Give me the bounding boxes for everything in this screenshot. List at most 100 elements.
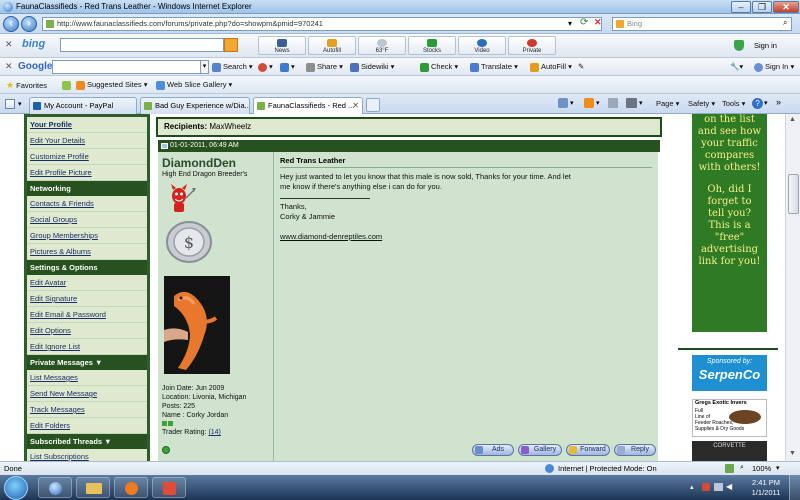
page-menu[interactable]: Page ▾: [656, 99, 679, 108]
zoom-level[interactable]: 100%: [752, 464, 771, 473]
sponsor-banner[interactable]: Sponsored by: SerpenCo: [692, 355, 767, 391]
more-icon[interactable]: »: [776, 97, 781, 107]
feeds-dropdown-icon[interactable]: ▾: [596, 99, 600, 107]
close-toolbar-icon[interactable]: ✕: [5, 39, 13, 50]
check-button[interactable]: Check ▾: [420, 62, 458, 72]
nav-link-list-subscriptions[interactable]: List Subscriptions: [27, 449, 147, 461]
trader-rating-link[interactable]: (14): [208, 429, 220, 436]
tab-faunaclassifieds[interactable]: FaunaClassifieds - Red ... ✕: [253, 97, 363, 114]
tray-flag-icon[interactable]: [702, 483, 710, 491]
google-signin-link[interactable]: Sign In ▾: [754, 62, 794, 72]
back-button[interactable]: ‹: [3, 16, 19, 32]
autofill-google-button[interactable]: AutoFill ▾: [530, 62, 572, 72]
scrollbar-thumb[interactable]: [788, 174, 799, 214]
print-icon[interactable]: [626, 98, 637, 108]
nav-section-private-messages[interactable]: Private Messages ▼: [27, 355, 147, 370]
tab-list-arrow-icon[interactable]: ▾: [18, 100, 22, 108]
nav-link-edit-signature[interactable]: Edit Signature: [27, 291, 147, 307]
security-zone[interactable]: Internet | Protected Mode: On: [558, 464, 657, 473]
nav-link-group-memberships[interactable]: Group Memberships: [27, 228, 147, 244]
autofill-button[interactable]: Autofill: [308, 36, 356, 55]
nav-link-list-messages[interactable]: List Messages: [27, 370, 147, 386]
forward-button[interactable]: ›: [21, 16, 37, 32]
help-dropdown-icon[interactable]: ▾: [764, 99, 768, 107]
sidewiki-button[interactable]: Sidewiki ▾: [350, 62, 394, 72]
share-button[interactable]: Share ▾: [306, 62, 343, 72]
video-button[interactable]: Video: [458, 36, 506, 55]
weather-button[interactable]: 63°F: [358, 36, 406, 55]
nav-link-customize-profile[interactable]: Customize Profile: [27, 149, 147, 165]
start-button[interactable]: [4, 476, 28, 500]
nav-link-social-groups[interactable]: Social Groups: [27, 212, 147, 228]
google-search-button[interactable]: Search ▾: [212, 62, 253, 72]
nav-link-edit-options[interactable]: Edit Options: [27, 323, 147, 339]
bing-search-button[interactable]: [224, 38, 238, 52]
nav-link-edit-email-password[interactable]: Edit Email & Password: [27, 307, 147, 323]
taskbar-explorer[interactable]: [76, 477, 110, 498]
help-icon[interactable]: ?: [752, 98, 763, 109]
nav-link-contacts-friends[interactable]: Contacts & Friends: [27, 196, 147, 212]
nav-link-edit-your-details[interactable]: Edit Your Details: [27, 133, 147, 149]
suggested-sites-link[interactable]: Suggested Sites ▾: [76, 80, 147, 90]
tray-expand-icon[interactable]: ▴: [690, 483, 694, 491]
search-box[interactable]: Bing: [612, 17, 792, 31]
nav-link-track-messages[interactable]: Track Messages: [27, 402, 147, 418]
volume-icon[interactable]: ◀: [726, 482, 732, 491]
corvette-banner[interactable]: CORVETTE: [692, 441, 767, 461]
feeds-icon[interactable]: [584, 98, 594, 108]
maximize-button[interactable]: ❐: [752, 1, 772, 13]
stop-icon[interactable]: ✕: [594, 17, 602, 28]
zoom-dropdown-icon[interactable]: ▾: [776, 464, 780, 472]
taskbar-media-player[interactable]: [114, 477, 148, 498]
tools-menu[interactable]: Tools ▾: [722, 99, 745, 108]
taskbar-app[interactable]: [152, 477, 186, 498]
google-tool-2[interactable]: ▾: [280, 62, 295, 72]
minimize-button[interactable]: –: [731, 1, 751, 13]
vertical-scrollbar[interactable]: ▲ ▼: [785, 114, 800, 461]
close-button[interactable]: ✕: [773, 1, 799, 13]
scroll-down-icon[interactable]: ▼: [789, 450, 796, 457]
gallery-button[interactable]: Gallery: [518, 444, 562, 456]
stocks-button[interactable]: Stocks: [408, 36, 456, 55]
news-button[interactable]: News: [258, 36, 306, 55]
nav-link-edit-avatar[interactable]: Edit Avatar: [27, 275, 147, 291]
zoom-icon[interactable]: ⌕: [740, 464, 744, 472]
mail-icon[interactable]: [608, 98, 618, 108]
safety-menu[interactable]: Safety ▾: [688, 99, 715, 108]
new-tab-button[interactable]: [366, 98, 380, 112]
url-input[interactable]: http://www.faunaclassifieds.com/forums/p…: [42, 17, 602, 31]
taskbar-ie[interactable]: [38, 477, 72, 498]
network-icon[interactable]: [714, 483, 723, 491]
nav-link-pictures-albums[interactable]: Pictures & Albums: [27, 244, 147, 260]
home-icon[interactable]: [558, 98, 568, 108]
close-tab-icon[interactable]: ✕: [352, 98, 359, 113]
scroll-up-icon[interactable]: ▲: [789, 116, 796, 123]
nav-section-subscribed-threads[interactable]: Subscribed Threads ▼: [27, 434, 147, 449]
tab-bad-guy[interactable]: Bad Guy Experience w/Dia...: [140, 97, 250, 114]
roach-ad-banner[interactable]: Gregs Exotic Invers Full Line of Feeder …: [692, 399, 767, 437]
reply-button[interactable]: Reply: [614, 444, 656, 456]
google-search-dropdown[interactable]: ▾: [200, 60, 209, 74]
clock-time[interactable]: 2:41 PM: [746, 478, 786, 487]
google-search-input[interactable]: [52, 60, 202, 74]
nav-link-edit-ignore-list[interactable]: Edit Ignore List: [27, 339, 147, 355]
quick-tabs-icon[interactable]: [5, 99, 15, 109]
username-link[interactable]: DiamondDen: [162, 156, 236, 170]
dropdown-arrow-icon[interactable]: ▾: [568, 19, 572, 28]
web-slice-gallery-link[interactable]: Web Slice Gallery ▾: [156, 80, 232, 90]
nav-link-send-new-message[interactable]: Send New Message: [27, 386, 147, 402]
translate-button[interactable]: Translate ▾: [470, 62, 518, 72]
forward-message-button[interactable]: Forward: [566, 444, 610, 456]
private-button[interactable]: Private: [508, 36, 556, 55]
wrench-icon[interactable]: 🔧▾: [730, 62, 743, 71]
print-dropdown-icon[interactable]: ▾: [639, 99, 643, 107]
close-google-toolbar-icon[interactable]: ✕: [5, 61, 13, 72]
clock-date[interactable]: 1/1/2011: [746, 488, 786, 497]
nav-link-edit-folders[interactable]: Edit Folders: [27, 418, 147, 434]
favorites-button[interactable]: ★ Favorites: [6, 80, 47, 91]
google-tool-1[interactable]: ▾: [258, 62, 273, 72]
bing-search-input[interactable]: [60, 38, 224, 52]
website-link[interactable]: www.diamond-denreptiles.com: [280, 232, 382, 242]
search-icon[interactable]: ⌕: [783, 18, 787, 28]
refresh-icon[interactable]: ⟳: [580, 17, 588, 28]
